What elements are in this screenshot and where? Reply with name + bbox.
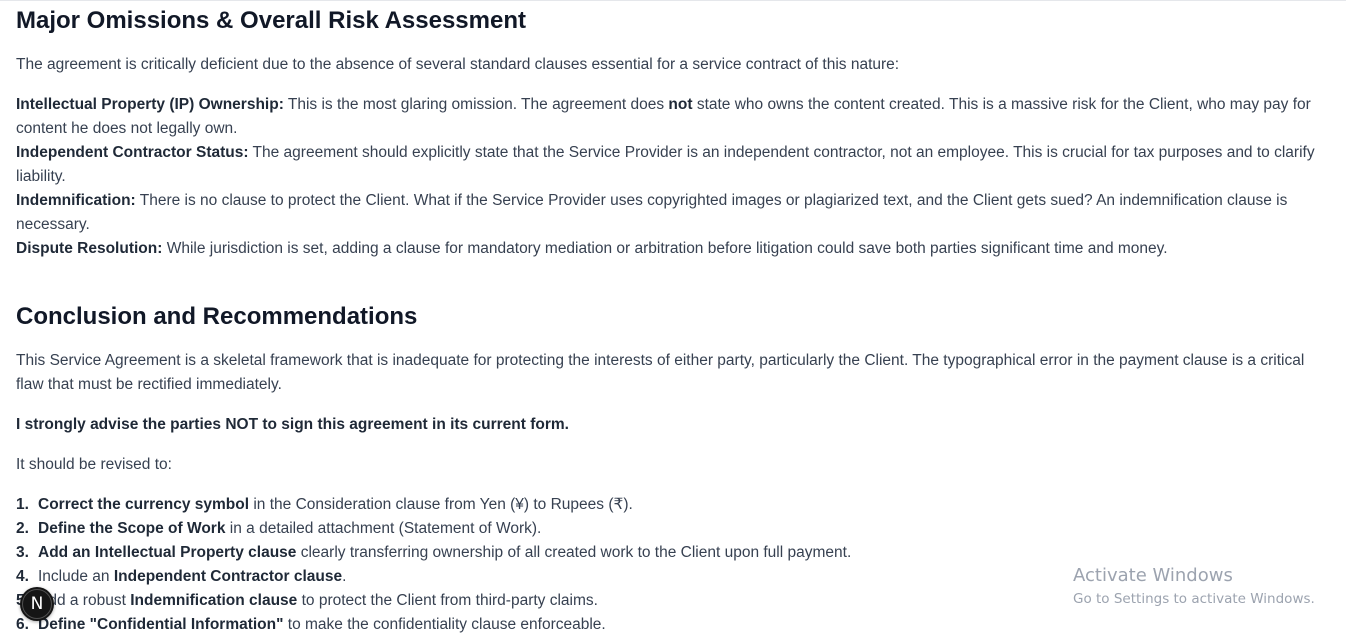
item-text: clearly transferring ownership of all cr… [296,544,852,561]
avatar-letter: N [30,594,44,614]
omission-text: While jurisdiction is set, adding a clau… [162,240,1168,257]
item-bold: Indemnification clause [130,592,298,609]
list-number: 2. [16,520,29,537]
list-number: 1. [16,496,29,513]
omission-term: Intellectual Property (IP) Ownership: [16,96,284,113]
item-text: . [342,568,347,585]
item-bold: Correct the currency symbol [38,496,250,513]
section-heading-omissions: Major Omissions & Overall Risk Assessmen… [16,7,526,34]
list-number: 3. [16,544,29,561]
recommendation-item: 1. Correct the currency symbol in the Con… [16,493,1334,517]
item-bold: Add an Intellectual Property clause [38,544,297,561]
item-bold: Define "Confidential Information" [38,616,284,633]
item-text: in the Consideration clause from Yen (¥)… [249,496,633,513]
item-bold: Independent Contractor clause [113,568,343,585]
section-heading-conclusion: Conclusion and Recommendations [16,303,418,330]
omissions-intro: The agreement is critically deficient du… [16,56,900,73]
revised-intro: It should be revised to: [16,456,172,473]
omission-text: This is the most glaring omission. The a… [283,96,669,113]
item-text: to make the confidentiality clause enfor… [283,616,606,633]
omission-term: Independent Contractor Status: [16,144,249,161]
recommendation-item: 6. Define "Confidential Information" to m… [16,613,1334,637]
windows-activation-watermark: Activate Windows Go to Settings to activ… [1073,564,1315,610]
omission-term: Dispute Resolution: [16,240,163,257]
top-divider [0,0,1346,1]
recommendation-item: 3. Add an Intellectual Property clause cl… [16,541,1334,565]
item-text: to protect the Client from third-party c… [297,592,598,609]
advice-statement: I strongly advise the parties NOT to sig… [16,416,569,433]
conclusion-intro: This Service Agreement is a skeletal fra… [16,352,1305,393]
watermark-subtitle: Go to Settings to activate Windows. [1073,591,1315,607]
omission-term: Indemnification: [16,192,136,209]
recommendation-item: 2. Define the Scope of Work in a detailed… [16,517,1334,541]
omission-item-indemnification: Indemnification: There is no clause to p… [16,189,1334,237]
list-number: 4. [16,568,29,585]
user-avatar-button[interactable]: N [20,587,54,621]
item-text: Include an [38,568,114,585]
omission-text: There is no clause to protect the Client… [16,192,1288,233]
item-text: in a detailed attachment (Statement of W… [225,520,542,537]
watermark-title: Activate Windows [1073,565,1233,586]
omission-item-contractor: Independent Contractor Status: The agree… [16,141,1334,189]
item-bold: Define the Scope of Work [38,520,226,537]
omission-item-ip: Intellectual Property (IP) Ownership: Th… [16,93,1334,141]
omission-emphasis: not [668,96,693,113]
omission-item-dispute: Dispute Resolution: While jurisdiction i… [16,237,1334,261]
